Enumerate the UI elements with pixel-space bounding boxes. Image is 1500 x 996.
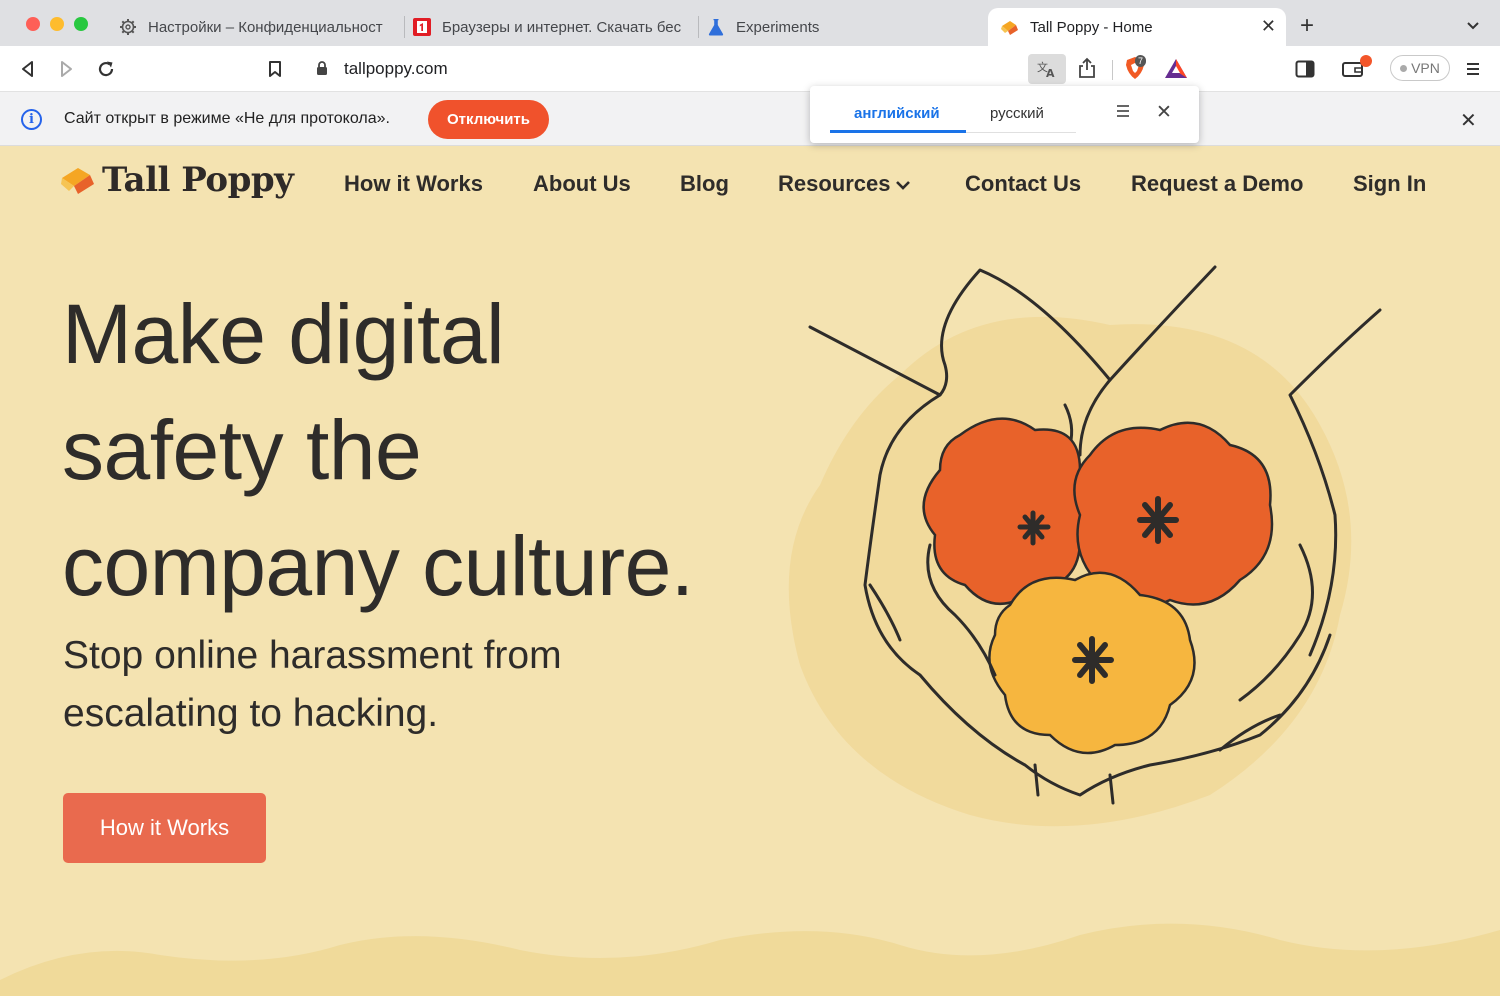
shield-count-badge: 7 xyxy=(1135,55,1147,67)
notification-dot xyxy=(1360,55,1372,67)
how-it-works-button[interactable]: How it Works xyxy=(63,793,266,863)
logo-text: Tall Poppy xyxy=(102,160,294,200)
flask-icon xyxy=(706,17,726,37)
nav-contact-us[interactable]: Contact Us xyxy=(965,171,1081,197)
tab-tallpoppy[interactable]: Tall Poppy - Home ✕ xyxy=(988,8,1286,46)
zoom-window-button[interactable] xyxy=(74,17,88,31)
close-icon[interactable]: ✕ xyxy=(1460,108,1477,133)
tab-softportal[interactable]: Браузеры и интернет. Скачать бес xyxy=(412,8,696,46)
site-logo[interactable]: Tall Poppy xyxy=(60,160,294,200)
hero-subtitle-line: escalating to hacking. xyxy=(63,692,439,735)
minimize-window-button[interactable] xyxy=(50,17,64,31)
share-icon[interactable] xyxy=(1078,57,1096,84)
chevron-down-icon xyxy=(895,181,910,191)
tab-source-language[interactable]: английский xyxy=(854,105,940,122)
tallpoppy-icon xyxy=(1000,17,1020,37)
nav-about-us[interactable]: About Us xyxy=(533,171,631,197)
tab-title: Experiments xyxy=(736,18,820,36)
vpn-label: VPN xyxy=(1411,60,1440,76)
hero-title: Make digital safety the company culture. xyxy=(62,276,802,624)
tab-experiments[interactable]: Experiments xyxy=(706,8,976,46)
lock-icon xyxy=(316,61,328,81)
sidebar-icon[interactable] xyxy=(1293,57,1317,81)
tab-target-language[interactable]: русский xyxy=(990,105,1044,122)
forward-arrow-icon[interactable] xyxy=(54,57,78,81)
bookmark-icon[interactable] xyxy=(263,57,287,81)
translate-popup: английский русский ✕ xyxy=(810,86,1199,143)
hero-title-line: safety the xyxy=(62,403,422,497)
tab-settings[interactable]: Настройки – Конфиденциальност xyxy=(118,8,400,46)
info-message: Сайт открыт в режиме «Не для протокола». xyxy=(64,110,390,127)
tab-title: Браузеры и интернет. Скачать бес xyxy=(442,18,682,36)
nav-how-it-works[interactable]: How it Works xyxy=(344,171,483,197)
close-window-button[interactable] xyxy=(26,17,40,31)
address-bar[interactable]: tallpoppy.com 文A 7 xyxy=(302,51,1198,86)
chevron-down-icon[interactable] xyxy=(1466,18,1480,36)
hero-subtitle-line: Stop online harassment from xyxy=(63,634,562,677)
nav-resources[interactable]: Resources xyxy=(778,171,911,197)
hero-title-line: Make digital xyxy=(62,287,505,381)
vpn-button[interactable]: VPN xyxy=(1390,55,1450,81)
poppy-logo-icon xyxy=(61,168,94,194)
close-tab-icon[interactable]: ✕ xyxy=(1261,16,1276,36)
info-bar: i Сайт открыт в режиме «Не для протокола… xyxy=(0,91,1500,146)
url-text[interactable]: tallpoppy.com xyxy=(344,59,448,79)
browser-toolbar: tallpoppy.com 文A 7 VPN xyxy=(0,46,1500,91)
tab-title: Настройки – Конфиденциальност xyxy=(148,18,383,36)
svg-text:A: A xyxy=(1046,67,1055,79)
decorative-wave xyxy=(0,923,1500,996)
tab-separator xyxy=(404,16,405,38)
reload-icon[interactable] xyxy=(94,57,118,81)
tab-separator xyxy=(698,16,699,38)
translate-icon[interactable]: 文A xyxy=(1028,54,1066,84)
vpn-status-dot xyxy=(1400,64,1408,72)
menu-icon[interactable] xyxy=(1461,57,1485,81)
options-menu-icon[interactable] xyxy=(1116,103,1130,124)
tab-title: Tall Poppy - Home xyxy=(1030,18,1153,36)
new-tab-button[interactable]: + xyxy=(1300,13,1314,39)
disable-button[interactable]: Отключить xyxy=(428,100,549,139)
back-arrow-icon[interactable] xyxy=(16,57,40,81)
active-tab-indicator xyxy=(830,130,966,133)
info-icon: i xyxy=(21,109,42,130)
softportal-icon xyxy=(412,17,432,37)
hero-title-line: company culture. xyxy=(62,519,694,613)
nav-resources-label: Resources xyxy=(778,171,891,196)
tab-strip: Настройки – Конфиденциальност Браузеры и… xyxy=(0,0,1500,46)
brave-rewards-icon[interactable] xyxy=(1164,58,1188,85)
nav-sign-in[interactable]: Sign In xyxy=(1353,171,1426,197)
tab-divider-line xyxy=(966,132,1076,133)
close-icon[interactable]: ✕ xyxy=(1156,101,1172,124)
nav-blog[interactable]: Blog xyxy=(680,171,729,197)
nav-request-demo[interactable]: Request a Demo xyxy=(1131,171,1303,197)
gear-icon xyxy=(118,17,138,37)
hero-subtitle: Stop online harassment from escalating t… xyxy=(63,627,623,743)
divider xyxy=(1112,60,1113,80)
hands-holding-flowers-illustration xyxy=(788,265,1382,827)
